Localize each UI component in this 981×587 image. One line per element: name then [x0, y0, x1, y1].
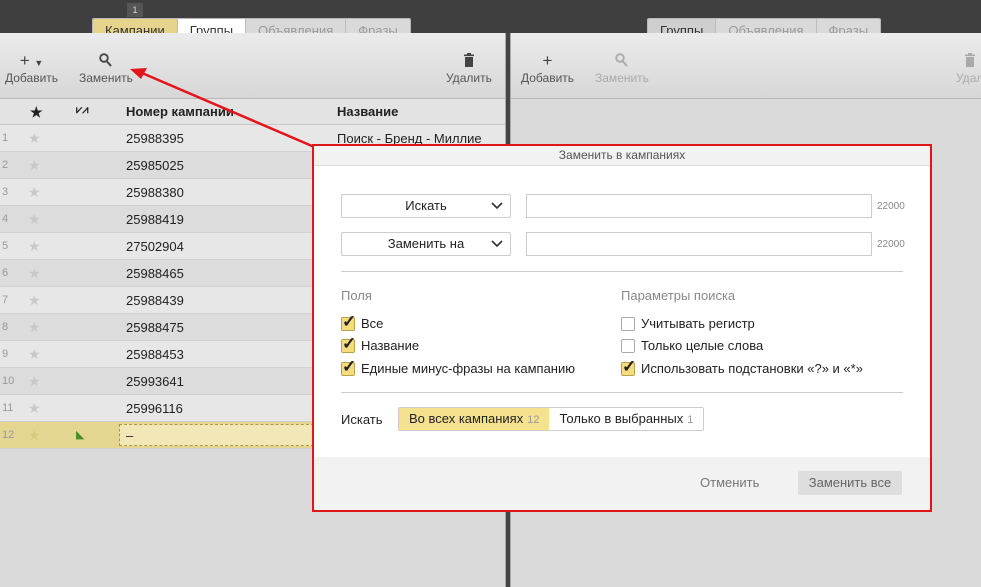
dialog-footer: Отменить Заменить все — [314, 457, 930, 510]
case-sensitive-checkbox[interactable]: Учитывать регистр — [621, 316, 755, 331]
replace-input[interactable] — [526, 232, 872, 256]
wildcards-checkbox[interactable]: Использовать подстановки «?» и «*» — [621, 357, 863, 377]
chevron-down-icon — [491, 233, 503, 263]
cancel-button[interactable]: Отменить — [700, 475, 759, 490]
chevron-down-icon — [491, 195, 503, 225]
checkbox-label: Только целые слова — [641, 338, 764, 353]
field-all-checkbox[interactable]: Все — [341, 312, 384, 332]
search-char-limit: 22000 — [877, 201, 905, 212]
checkbox-checked[interactable] — [621, 357, 636, 377]
scope-all-campaigns[interactable]: Во всех кампаниях 12 — [399, 408, 550, 430]
scope-selected-count: 1 — [687, 414, 694, 426]
scope-all-label: Во всех кампаниях — [409, 411, 524, 426]
scope-label: Искать — [341, 412, 383, 427]
checkbox-label: Использовать подстановки «?» и «*» — [641, 361, 863, 376]
search-mode-value: Искать — [405, 198, 447, 213]
search-params-title: Параметры поиска — [621, 288, 736, 303]
replace-dialog: Заменить в кампаниях Искать 22000 Замени… — [312, 144, 932, 512]
scope-selected-only[interactable]: Только в выбранных 1 — [549, 408, 704, 430]
replace-mode-value: Заменить на — [387, 236, 465, 251]
checkbox-label: Учитывать регистр — [641, 316, 755, 331]
search-mode-select[interactable]: Искать — [341, 194, 511, 218]
field-name-checkbox[interactable]: Название — [341, 334, 420, 354]
search-input[interactable] — [526, 194, 872, 218]
divider — [341, 271, 903, 272]
replace-char-limit: 22000 — [877, 239, 905, 250]
checkbox-label: Название — [361, 338, 420, 353]
whole-words-checkbox[interactable]: Только целые слова — [621, 338, 763, 353]
scope-switch: Во всех кампаниях 12 Только в выбранных 1 — [398, 407, 705, 431]
checkbox-label: Единые минус-фразы на кампанию — [361, 361, 575, 376]
checkbox-unchecked[interactable] — [621, 338, 635, 353]
checkbox-unchecked[interactable] — [621, 316, 635, 331]
field-minus-phrases-checkbox[interactable]: Единые минус-фразы на кампанию — [341, 357, 575, 377]
checkbox-checked[interactable] — [341, 312, 356, 332]
scope-all-count: 12 — [527, 414, 540, 426]
checkbox-checked[interactable] — [341, 357, 356, 377]
replace-all-button[interactable]: Заменить все — [798, 471, 902, 495]
replace-mode-select[interactable]: Заменить на — [341, 232, 511, 256]
dialog-title: Заменить в кампаниях — [314, 146, 930, 166]
scope-selected-label: Только в выбранных — [559, 411, 684, 426]
fields-section-title: Поля — [341, 288, 372, 303]
checkbox-checked[interactable] — [341, 334, 356, 354]
divider — [341, 392, 903, 393]
checkbox-label: Все — [361, 316, 384, 331]
